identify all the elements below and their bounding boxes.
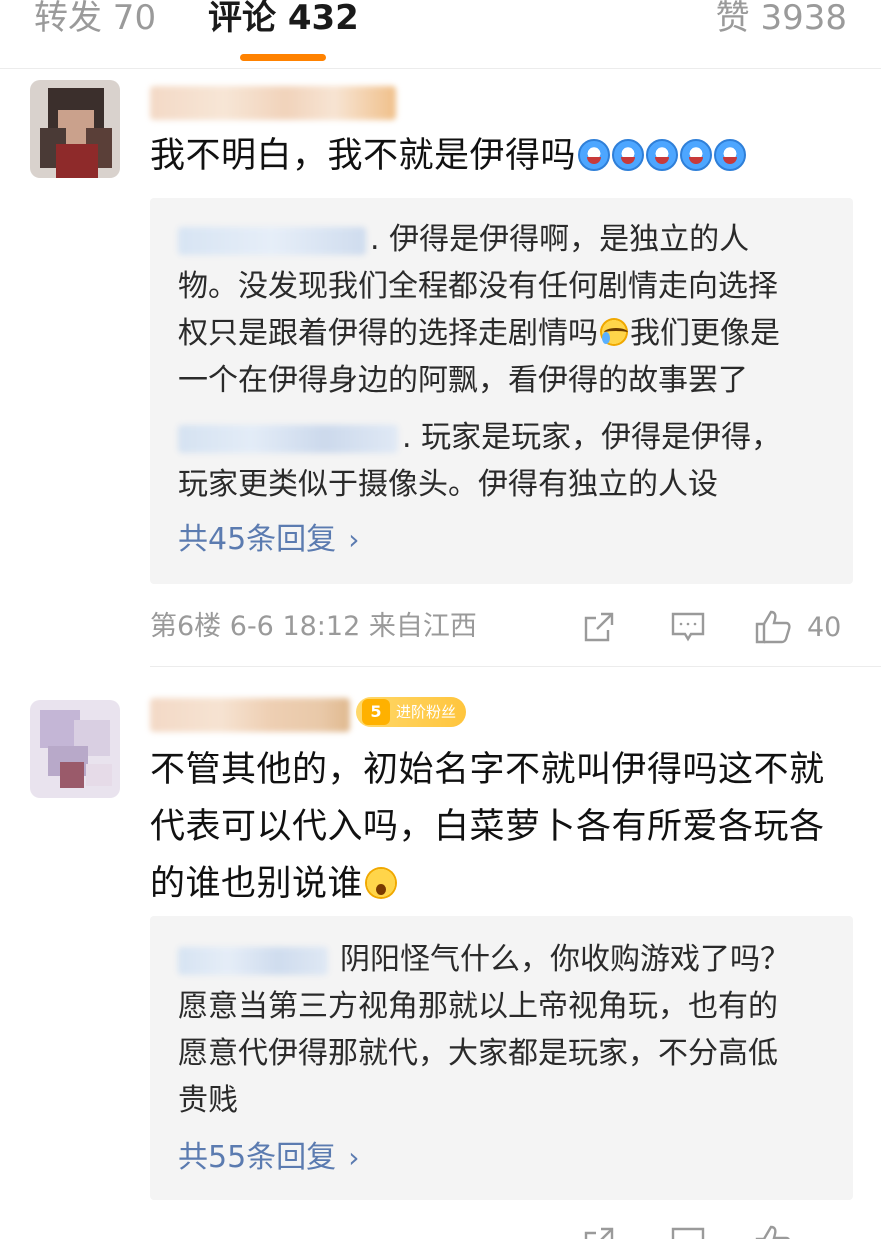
username-blurred[interactable] xyxy=(150,698,350,732)
view-more-replies-link[interactable]: 共55条回复 › xyxy=(178,1136,359,1180)
fan-level-badge[interactable]: 5 进阶粉丝 xyxy=(356,697,467,727)
repost-button[interactable] xyxy=(581,1222,617,1239)
reply-username-blurred xyxy=(178,946,328,975)
reply-preview-box[interactable]: 阴阳怪气什么，你收购游戏了吗？ 愿意当第三方视角那就以上帝视角玩，也有的 愿意代… xyxy=(150,916,853,1200)
comment-actions: 40 xyxy=(551,607,851,647)
reply-line: 物。没发现我们全程都没有任何剧情走向选择 xyxy=(178,269,778,304)
reply-username-blurred xyxy=(178,226,366,255)
reply-line: 一个在伊得身边的阿飘，看伊得的故事罢了 xyxy=(178,363,748,398)
reply-line: 玩家更类似于摄像头。伊得有独立的人设 xyxy=(178,467,718,502)
reply-line: 愿意代伊得那就代，大家都是玩家，不分高低 xyxy=(178,1036,778,1071)
laugh-emoji-icon xyxy=(714,139,747,171)
like-button[interactable] xyxy=(753,1222,793,1239)
avatar[interactable] xyxy=(30,80,120,178)
tabbar-divider xyxy=(0,68,881,69)
reply-preview-box[interactable]: . 伊得是伊得啊，是独立的人 物。没发现我们全程都没有任何剧情走向选择 权只是跟… xyxy=(150,198,853,584)
comment-button[interactable] xyxy=(669,1222,707,1239)
crying-laugh-emoji-icon xyxy=(600,318,628,346)
thumbs-up-icon xyxy=(755,610,791,644)
username-blurred[interactable] xyxy=(150,86,396,120)
thumbs-up-icon xyxy=(755,1225,790,1239)
reply-line: . 玩家是玩家，伊得是伊得， xyxy=(178,414,833,461)
tab-reposts[interactable]: 转发 70 xyxy=(34,0,156,40)
reply-line: 阴阳怪气什么，你收购游戏了吗？ xyxy=(178,936,833,983)
reply-username-blurred xyxy=(178,424,398,453)
laugh-emoji-icon xyxy=(646,139,679,171)
tab-comments[interactable]: 评论 432 xyxy=(208,0,359,40)
comment-tabs: 转发 70 评论 432 赞 3938 xyxy=(0,0,881,69)
active-tab-indicator xyxy=(240,54,326,61)
reply-line: 贵贱 xyxy=(178,1083,238,1118)
like-count: 40 xyxy=(807,611,842,643)
tab-likes[interactable]: 赞 3938 xyxy=(716,0,847,40)
like-button[interactable]: 40 xyxy=(753,607,841,647)
comment-icon xyxy=(671,1227,705,1239)
fan-level-icon: 5 xyxy=(362,699,390,725)
comment-icon xyxy=(671,612,705,642)
laugh-emoji-icon xyxy=(612,139,645,171)
chevron-right-icon: › xyxy=(348,523,360,556)
share-icon xyxy=(584,612,614,642)
comment-text: 不管其他的，初始名字不就叫伊得吗这不就 代表可以代入吗，白菜萝卜各有所爱各玩各 … xyxy=(150,750,825,904)
emoji-row xyxy=(578,139,747,171)
comment-meta: 第6楼 6-6 18:12 来自江西 xyxy=(150,611,477,642)
reply-line: 愿意当第三方视角那就以上帝视角玩，也有的 xyxy=(178,989,778,1024)
view-more-replies-link[interactable]: 共45条回复 › xyxy=(178,518,359,562)
repost-button[interactable] xyxy=(581,607,617,647)
avatar[interactable] xyxy=(30,700,120,798)
share-icon xyxy=(584,1227,614,1239)
comment-actions xyxy=(551,1222,851,1239)
comment-text: 我不明白，我不就是伊得吗 xyxy=(150,128,853,185)
comment-button[interactable] xyxy=(669,607,707,647)
reply-line: . 伊得是伊得啊，是独立的人 xyxy=(178,216,833,263)
laugh-emoji-icon xyxy=(578,139,611,171)
chevron-right-icon: › xyxy=(348,1141,360,1174)
laugh-emoji-icon xyxy=(680,139,713,171)
reply-line: 权只是跟着伊得的选择走剧情吗 我们更像是 xyxy=(178,316,780,351)
shocked-emoji-icon xyxy=(365,867,398,899)
comment-divider xyxy=(150,666,881,667)
